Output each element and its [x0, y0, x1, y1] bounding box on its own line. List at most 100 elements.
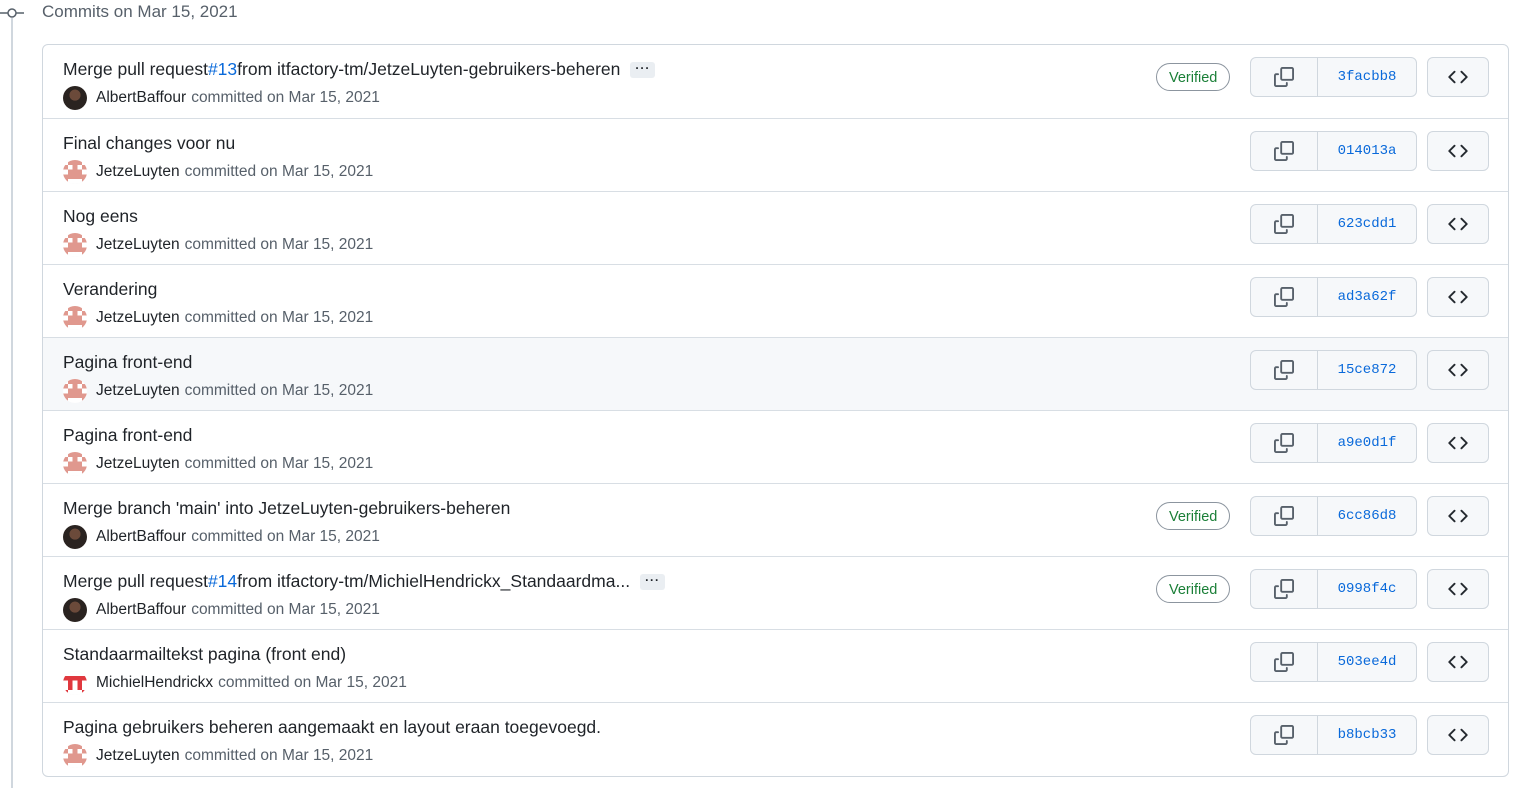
avatar[interactable] — [63, 671, 87, 695]
pull-request-link[interactable]: #13 — [208, 59, 237, 80]
browse-repo-button[interactable] — [1427, 350, 1489, 390]
commit-group-title: Commits on Mar 15, 2021 — [42, 2, 238, 21]
copy-icon — [1274, 67, 1294, 87]
commit-message-text[interactable]: from itfactory-tm/JetzeLuyten-gebruikers… — [237, 59, 620, 80]
commit-message[interactable]: Merge branch 'main' into JetzeLuyten-geb… — [63, 498, 510, 519]
commit-message-text[interactable]: Pagina front-end — [63, 352, 192, 373]
copy-sha-button[interactable] — [1251, 205, 1318, 243]
commit-meta: AlbertBaffour committed on Mar 15, 2021 — [63, 525, 380, 549]
avatar[interactable] — [63, 306, 87, 330]
commit-message-text[interactable]: Nog eens — [63, 206, 138, 227]
commit-sha-link[interactable]: b8bcb33 — [1318, 716, 1416, 754]
commit-author-link[interactable]: AlbertBaffour — [96, 89, 186, 107]
commit-author-link[interactable]: AlbertBaffour — [96, 601, 186, 619]
commit-sha-link[interactable]: 623cdd1 — [1318, 205, 1416, 243]
browse-repo-button[interactable] — [1427, 57, 1489, 97]
browse-repo-button[interactable] — [1427, 642, 1489, 682]
avatar[interactable] — [63, 379, 87, 403]
commit-meta: JetzeLuyten committed on Mar 15, 2021 — [63, 379, 373, 403]
browse-repo-button[interactable] — [1427, 204, 1489, 244]
ellipsis-icon[interactable]: ··· — [640, 573, 666, 590]
copy-icon — [1274, 725, 1294, 745]
commit-message-text[interactable]: Standaarmailtekst pagina (front end) — [63, 644, 346, 665]
copy-sha-button[interactable] — [1251, 351, 1318, 389]
sha-button-group: 0998f4c — [1250, 569, 1417, 609]
commit-sha-link[interactable]: 3facbb8 — [1318, 58, 1416, 96]
commit-message-text[interactable]: Merge branch 'main' into JetzeLuyten-geb… — [63, 498, 510, 519]
verified-badge[interactable]: Verified — [1156, 575, 1231, 603]
commit-author-link[interactable]: JetzeLuyten — [96, 455, 180, 473]
code-icon — [1448, 360, 1468, 380]
commit-message[interactable]: Merge pull request #14 from itfactory-tm… — [63, 571, 666, 592]
avatar[interactable] — [63, 160, 87, 184]
commit-message[interactable]: Standaarmailtekst pagina (front end) — [63, 644, 346, 665]
pull-request-link[interactable]: #14 — [208, 571, 237, 592]
commit-sha-link[interactable]: ad3a62f — [1318, 278, 1416, 316]
commit-message-text[interactable]: Final changes voor nu — [63, 133, 235, 154]
commit-author-link[interactable]: JetzeLuyten — [96, 236, 180, 254]
commit-message[interactable]: Nog eens — [63, 206, 138, 227]
sha-button-group: 3facbb8 — [1250, 57, 1417, 97]
copy-icon — [1274, 652, 1294, 672]
commit-meta: AlbertBaffour committed on Mar 15, 2021 — [63, 86, 380, 110]
commit-message-text[interactable]: Pagina front-end — [63, 425, 192, 446]
commit-message-text[interactable]: Merge pull request — [63, 571, 208, 592]
commit-sha-link[interactable]: 0998f4c — [1318, 570, 1416, 608]
copy-sha-button[interactable] — [1251, 278, 1318, 316]
commit-list: Merge pull request #13 from itfactory-tm… — [42, 44, 1509, 777]
avatar[interactable] — [63, 86, 87, 110]
commit-message[interactable]: Pagina front-end — [63, 352, 192, 373]
commit-message[interactable]: Pagina front-end — [63, 425, 192, 446]
copy-sha-button[interactable] — [1251, 497, 1318, 535]
commit-sha-link[interactable]: a9e0d1f — [1318, 424, 1416, 462]
avatar[interactable] — [63, 452, 87, 476]
copy-sha-button[interactable] — [1251, 58, 1318, 96]
browse-repo-button[interactable] — [1427, 496, 1489, 536]
browse-repo-button[interactable] — [1427, 277, 1489, 317]
commit-message[interactable]: Pagina gebruikers beheren aangemaakt en … — [63, 717, 601, 738]
commit-message[interactable]: Merge pull request #13 from itfactory-tm… — [63, 59, 656, 80]
ellipsis-icon[interactable]: ··· — [630, 61, 656, 78]
commit-author-link[interactable]: JetzeLuyten — [96, 163, 180, 181]
commit-author-link[interactable]: JetzeLuyten — [96, 747, 180, 765]
sha-button-group: ad3a62f — [1250, 277, 1417, 317]
commit-row: Standaarmailtekst pagina (front end) Mich… — [43, 629, 1508, 702]
browse-repo-button[interactable] — [1427, 715, 1489, 755]
browse-repo-button[interactable] — [1427, 423, 1489, 463]
sha-button-group: a9e0d1f — [1250, 423, 1417, 463]
copy-sha-button[interactable] — [1251, 643, 1318, 681]
copy-sha-button[interactable] — [1251, 132, 1318, 170]
browse-repo-button[interactable] — [1427, 131, 1489, 171]
avatar[interactable] — [63, 744, 87, 768]
commit-message-text[interactable]: Verandering — [63, 279, 157, 300]
verified-badge[interactable]: Verified — [1156, 63, 1231, 91]
commit-meta: JetzeLuyten committed on Mar 15, 2021 — [63, 160, 373, 184]
sha-button-group: 623cdd1 — [1250, 204, 1417, 244]
copy-sha-button[interactable] — [1251, 716, 1318, 754]
commit-message-text[interactable]: Pagina gebruikers beheren aangemaakt en … — [63, 717, 601, 738]
commit-author-link[interactable]: AlbertBaffour — [96, 528, 186, 546]
commit-sha-link[interactable]: 6cc86d8 — [1318, 497, 1416, 535]
commit-sha-link[interactable]: 014013a — [1318, 132, 1416, 170]
commit-date: committed on Mar 15, 2021 — [184, 309, 374, 326]
commit-message-text[interactable]: Merge pull request — [63, 59, 208, 80]
avatar[interactable] — [63, 233, 87, 257]
sha-button-group: b8bcb33 — [1250, 715, 1417, 755]
commit-message-text[interactable]: from itfactory-tm/MichielHendrickx_Stand… — [237, 571, 630, 592]
copy-sha-button[interactable] — [1251, 570, 1318, 608]
commit-message[interactable]: Final changes voor nu — [63, 133, 235, 154]
browse-repo-button[interactable] — [1427, 569, 1489, 609]
avatar[interactable] — [63, 525, 87, 549]
commit-sha-link[interactable]: 15ce872 — [1318, 351, 1416, 389]
verified-badge[interactable]: Verified — [1156, 502, 1231, 530]
commit-row: Verandering JetzeLuyten committed on Mar 1… — [43, 264, 1508, 337]
avatar[interactable] — [63, 598, 87, 622]
commit-author-link[interactable]: JetzeLuyten — [96, 309, 180, 327]
commit-author-link[interactable]: JetzeLuyten — [96, 382, 180, 400]
copy-icon — [1274, 214, 1294, 234]
commit-sha-link[interactable]: 503ee4d — [1318, 643, 1416, 681]
copy-sha-button[interactable] — [1251, 424, 1318, 462]
commit-author-link[interactable]: MichielHendrickx — [96, 674, 213, 692]
commit-message[interactable]: Verandering — [63, 279, 157, 300]
commit-meta: JetzeLuyten committed on Mar 15, 2021 — [63, 233, 373, 257]
